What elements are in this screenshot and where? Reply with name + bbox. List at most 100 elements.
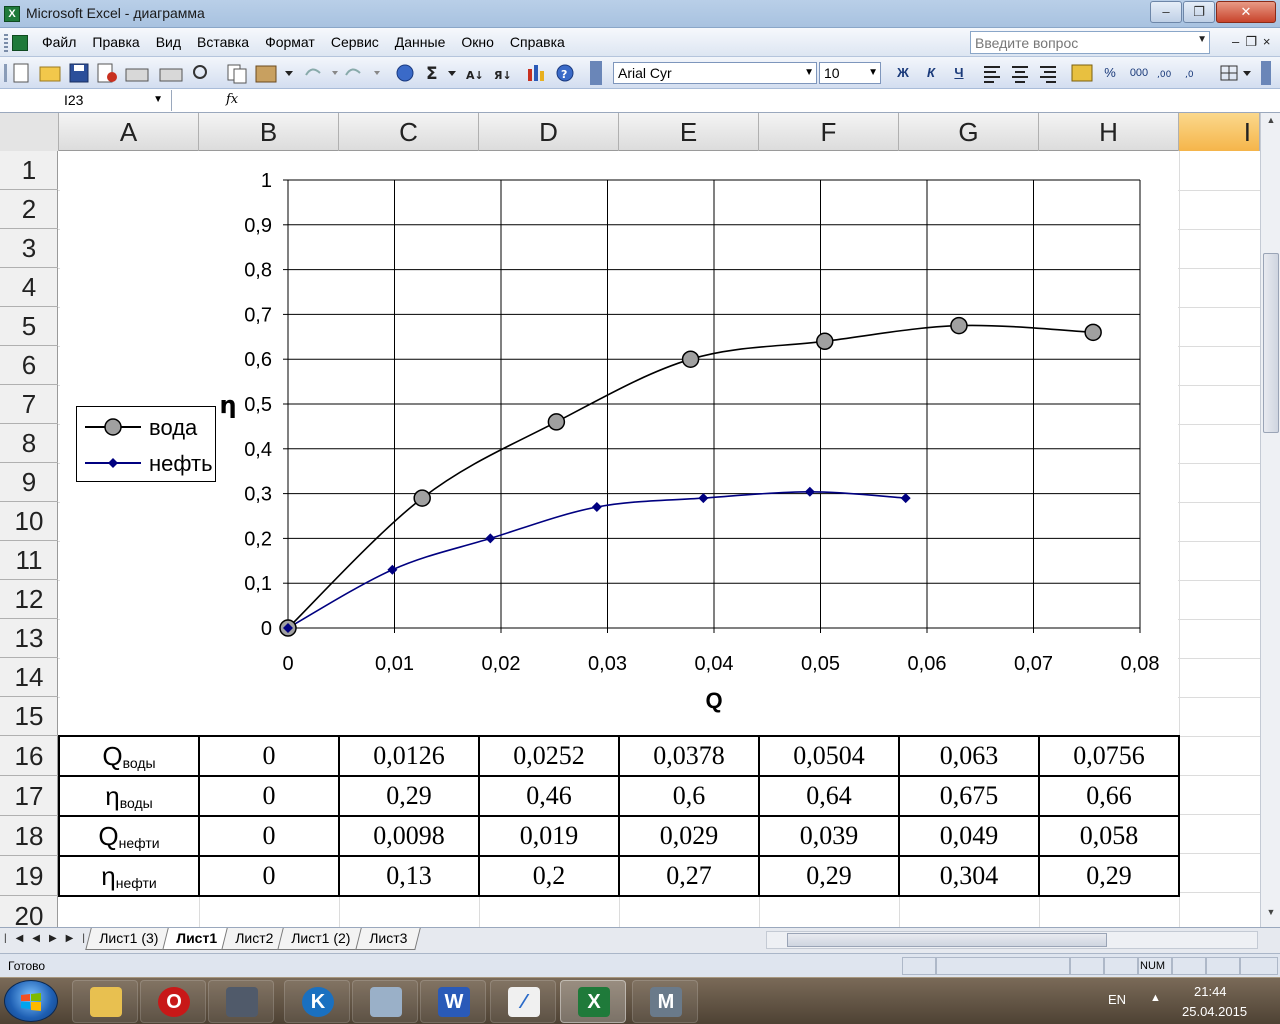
row-header-15[interactable]: 15: [0, 697, 58, 736]
document-icon[interactable]: [12, 35, 28, 51]
column-header-i[interactable]: I: [1179, 113, 1260, 151]
row-header-17[interactable]: 17: [0, 777, 58, 816]
row-header-13[interactable]: 13: [0, 619, 58, 658]
menu-window[interactable]: Окно: [461, 34, 494, 50]
table-cell[interactable]: 0: [198, 855, 340, 897]
comma-style-button[interactable]: 000: [1127, 63, 1151, 83]
column-header-a[interactable]: A: [59, 113, 199, 151]
menu-file[interactable]: Файл: [42, 34, 76, 50]
row-header-4[interactable]: 4: [0, 268, 58, 307]
chevron-down-icon[interactable]: ▼: [153, 94, 163, 105]
table-cell[interactable]: 0: [198, 775, 340, 817]
maximize-button[interactable]: ❐: [1183, 1, 1215, 23]
table-cell[interactable]: 0,0252: [478, 735, 620, 777]
italic-button[interactable]: К: [921, 63, 941, 83]
table-cell[interactable]: 0: [198, 815, 340, 857]
horizontal-scrollbar[interactable]: [766, 931, 1258, 949]
insert-function-icon[interactable]: fx: [226, 92, 238, 107]
toolbar-grip-icon[interactable]: [4, 34, 8, 52]
table-cell[interactable]: 0,019: [478, 815, 620, 857]
table-row-label[interactable]: ηводы: [58, 775, 200, 817]
menu-insert[interactable]: Вставка: [197, 34, 249, 50]
close-button[interactable]: ✕: [1216, 1, 1276, 23]
row-header-10[interactable]: 10: [0, 502, 58, 541]
font-size-select[interactable]: 10 ▼: [819, 62, 881, 84]
row-header-14[interactable]: 14: [0, 658, 58, 697]
table-row-label[interactable]: Qнефти: [58, 815, 200, 857]
menu-format[interactable]: Формат: [265, 34, 315, 50]
row-header-12[interactable]: 12: [0, 580, 58, 619]
document-window-buttons[interactable]: –❐×: [1232, 34, 1276, 50]
table-cell[interactable]: 0,029: [618, 815, 760, 857]
table-cell[interactable]: 0,2: [478, 855, 620, 897]
column-header-c[interactable]: C: [339, 113, 479, 151]
row-header-3[interactable]: 3: [0, 229, 58, 268]
row-header-1[interactable]: 1: [0, 151, 58, 190]
table-cell[interactable]: 0,29: [1038, 855, 1180, 897]
column-header-g[interactable]: G: [899, 113, 1039, 151]
chevron-down-icon[interactable]: ▼: [868, 67, 878, 78]
taskbar-computer[interactable]: [208, 980, 274, 1023]
minimize-button[interactable]: –: [1150, 1, 1182, 23]
table-cell[interactable]: 0,304: [898, 855, 1040, 897]
menu-help[interactable]: Справка: [510, 34, 565, 50]
taskbar-word[interactable]: W: [420, 980, 486, 1023]
table-cell[interactable]: 0,66: [1038, 775, 1180, 817]
row-header-7[interactable]: 7: [0, 385, 58, 424]
vertical-scroll-thumb[interactable]: [1263, 253, 1279, 433]
percent-style-button[interactable]: %: [1099, 63, 1121, 83]
row-header-2[interactable]: 2: [0, 190, 58, 229]
table-cell[interactable]: 0,049: [898, 815, 1040, 857]
row-header-8[interactable]: 8: [0, 424, 58, 463]
row-header-16[interactable]: 16: [0, 737, 58, 776]
table-row-label[interactable]: Qводы: [58, 735, 200, 777]
name-box[interactable]: I23 ▼: [0, 90, 172, 111]
bold-button[interactable]: Ж: [893, 63, 913, 83]
column-header-f[interactable]: F: [759, 113, 899, 151]
row-header-6[interactable]: 6: [0, 346, 58, 385]
menu-view[interactable]: Вид: [156, 34, 181, 50]
tab-navigation-icons[interactable]: |◀◀▶▶|: [4, 933, 94, 944]
column-header-d[interactable]: D: [479, 113, 619, 151]
show-hidden-icons-icon[interactable]: ▲: [1150, 992, 1161, 1004]
menu-edit[interactable]: Правка: [92, 34, 139, 50]
vertical-scrollbar[interactable]: ▲ ▼: [1260, 113, 1280, 927]
taskbar-k-app[interactable]: K: [284, 980, 350, 1023]
table-row-label[interactable]: ηнефти: [58, 855, 200, 897]
sheet-tab[interactable]: Лист1: [162, 928, 231, 950]
row-header-18[interactable]: 18: [0, 817, 58, 856]
taskbar-chart-app[interactable]: ⁄: [490, 980, 556, 1023]
column-header-h[interactable]: H: [1039, 113, 1179, 151]
table-cell[interactable]: 0,29: [758, 855, 900, 897]
taskbar-calculator[interactable]: [352, 980, 418, 1023]
chevron-down-icon[interactable]: ▼: [804, 67, 814, 78]
chevron-down-icon[interactable]: ▼: [1197, 34, 1207, 45]
table-cell[interactable]: 0,0098: [338, 815, 480, 857]
table-cell[interactable]: 0,0756: [1038, 735, 1180, 777]
table-cell[interactable]: 0,063: [898, 735, 1040, 777]
excel-app-icon[interactable]: X: [4, 6, 20, 22]
table-cell[interactable]: 0,0378: [618, 735, 760, 777]
menu-data[interactable]: Данные: [395, 34, 446, 50]
taskbar-mathcad[interactable]: M: [632, 980, 698, 1023]
clock-date[interactable]: 25.04.2015: [1182, 1004, 1247, 1019]
clock-time[interactable]: 21:44: [1194, 984, 1227, 999]
menu-tools[interactable]: Сервис: [331, 34, 379, 50]
taskbar-excel[interactable]: X: [560, 980, 626, 1023]
table-cell[interactable]: 0,27: [618, 855, 760, 897]
table-cell[interactable]: 0: [198, 735, 340, 777]
sheet-tab[interactable]: Лист3: [354, 928, 421, 950]
row-header-11[interactable]: 11: [0, 541, 58, 580]
table-cell[interactable]: 0,0504: [758, 735, 900, 777]
start-button[interactable]: [4, 980, 58, 1022]
ask-question-input[interactable]: Введите вопрос ▼: [970, 31, 1210, 54]
chart-legend[interactable]: вода нефть: [76, 406, 216, 482]
language-indicator[interactable]: EN: [1108, 992, 1126, 1007]
taskbar-explorer[interactable]: [72, 980, 138, 1023]
table-cell[interactable]: 0,6: [618, 775, 760, 817]
underline-button[interactable]: Ч: [949, 63, 969, 83]
row-header-19[interactable]: 19: [0, 857, 58, 896]
sheet-tab[interactable]: Лист1 (2): [277, 928, 365, 950]
table-cell[interactable]: 0,675: [898, 775, 1040, 817]
table-cell[interactable]: 0,039: [758, 815, 900, 857]
